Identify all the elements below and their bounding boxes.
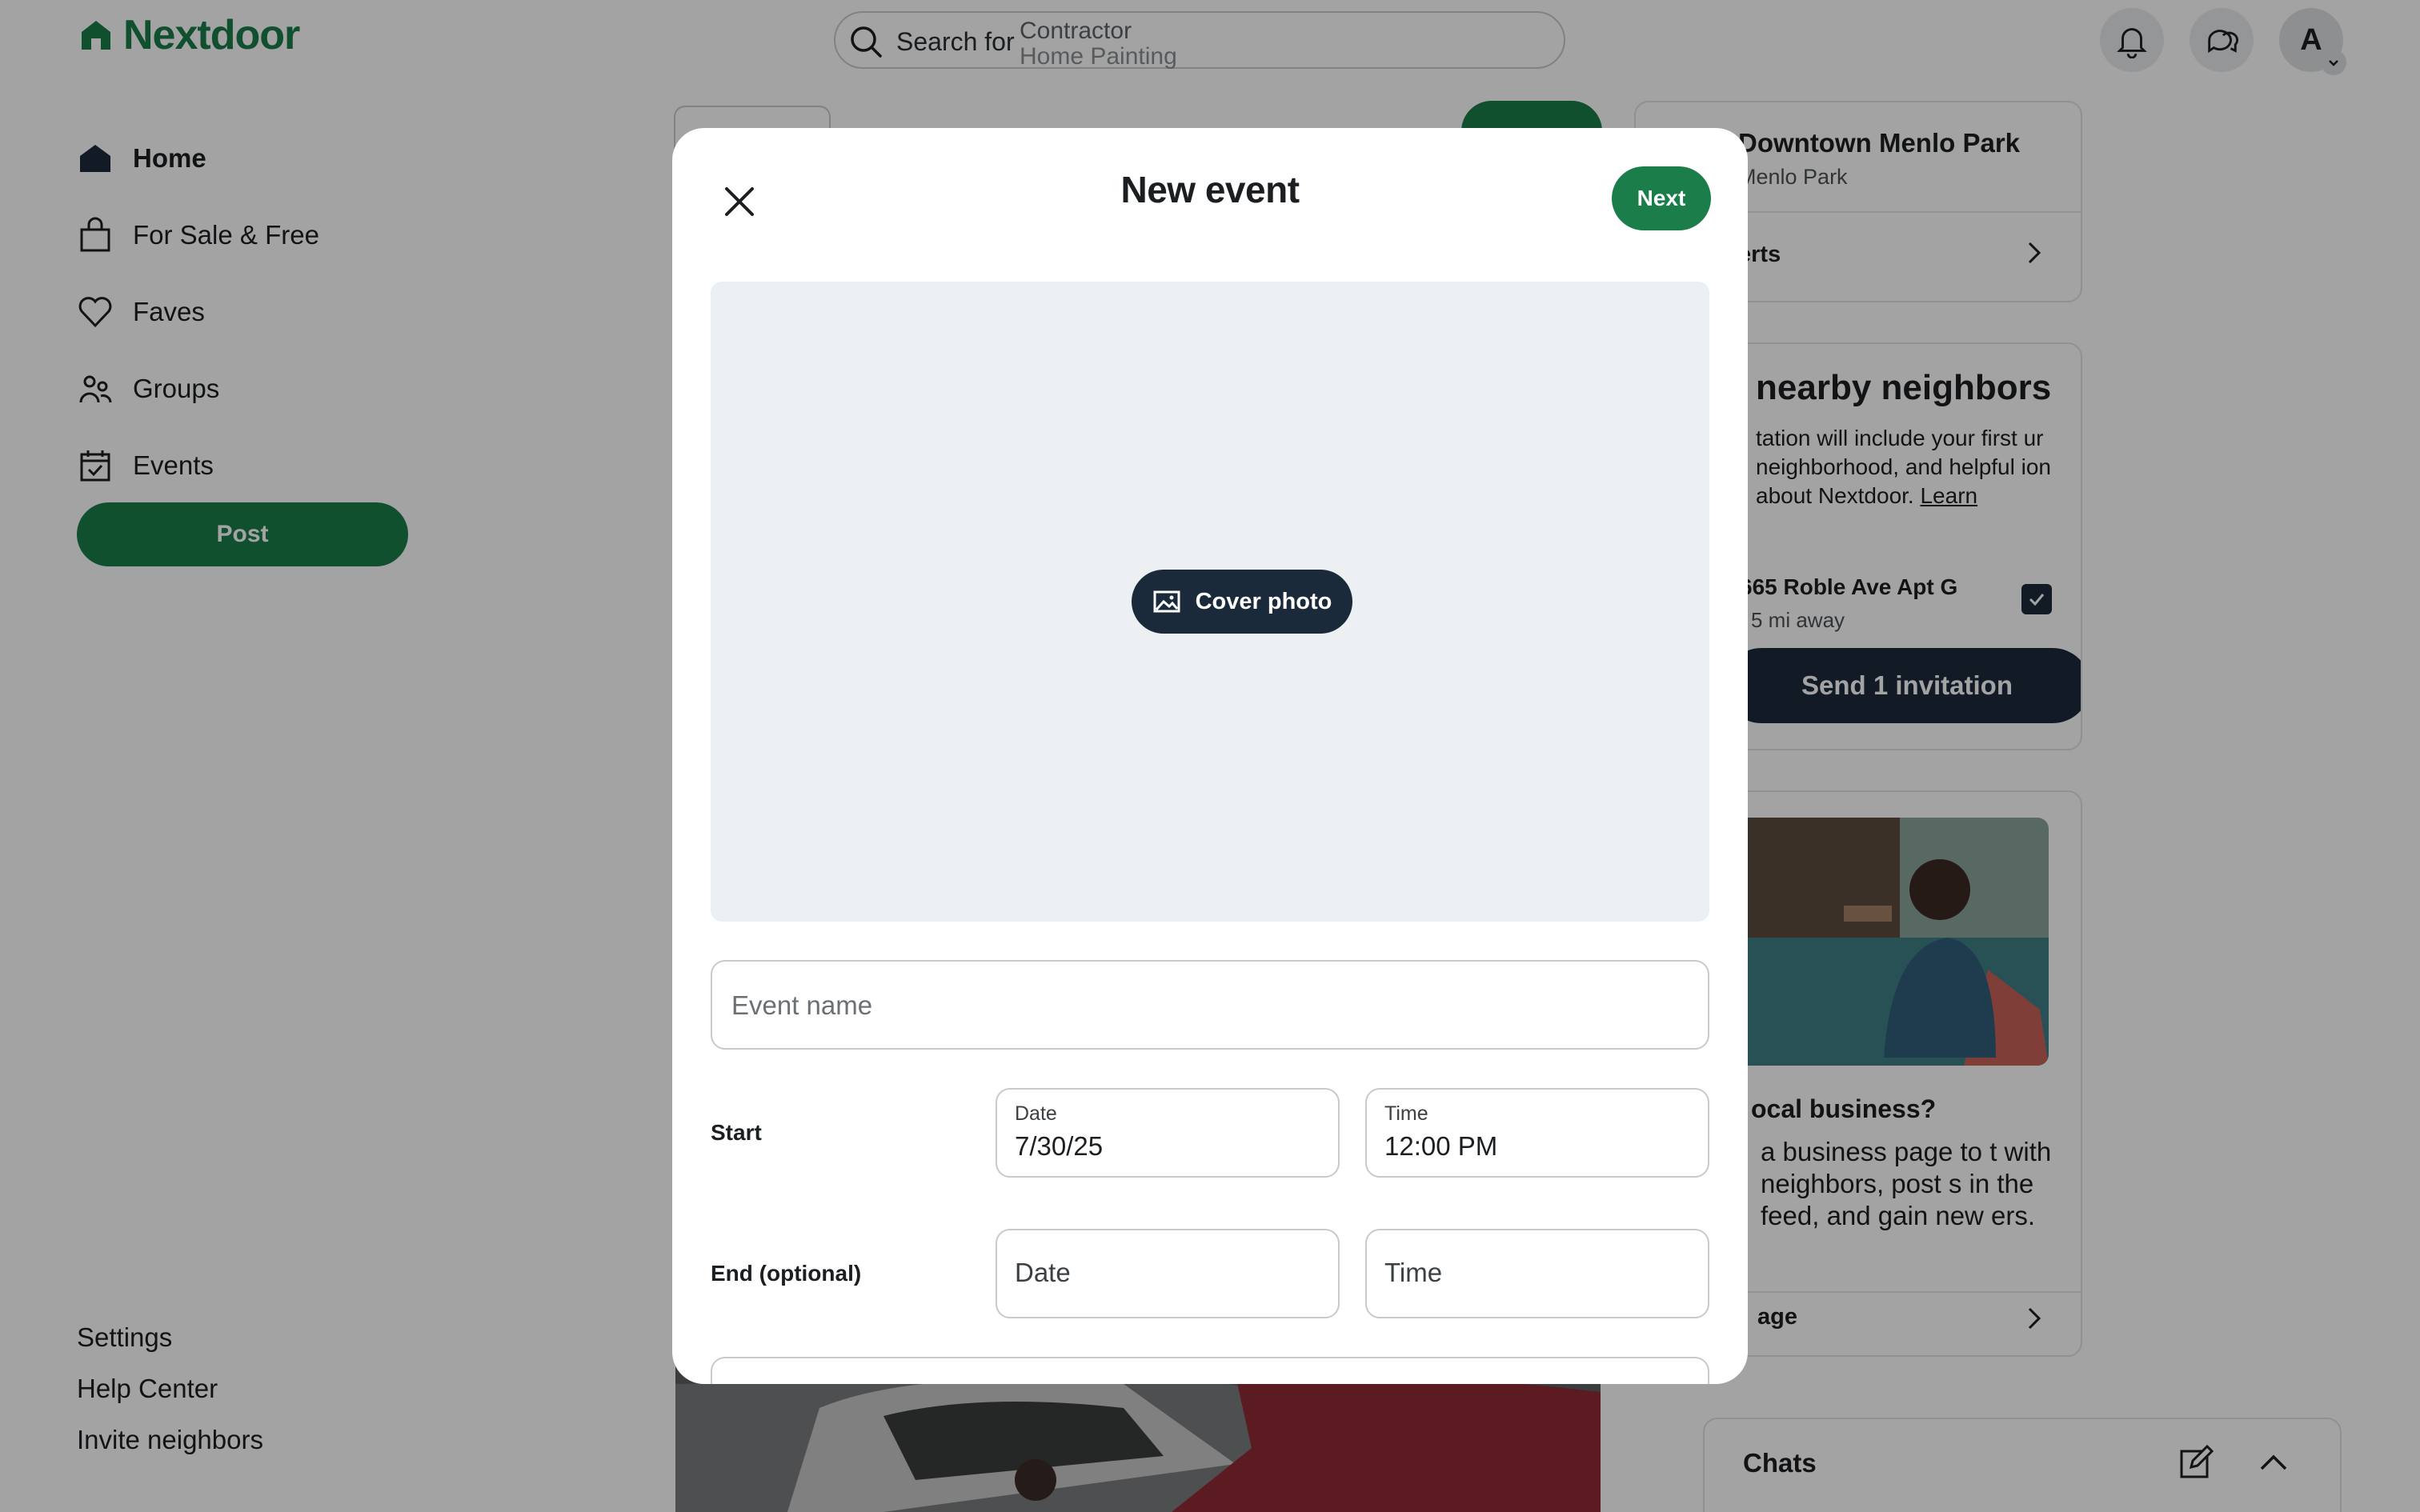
dialog-title: New event [1120, 169, 1300, 210]
next-field-partial[interactable] [711, 1357, 1709, 1384]
start-time-label: Time [1384, 1102, 1428, 1125]
start-date-value: 7/30/25 [1015, 1131, 1104, 1161]
new-event-dialog: New event Next Cover photo Event name St… [672, 128, 1748, 1384]
event-name-placeholder: Event name [731, 990, 873, 1020]
image-icon [1153, 590, 1180, 613]
start-label: Start [711, 1120, 762, 1145]
start-time-value: 12:00 PM [1384, 1131, 1498, 1161]
start-date-field[interactable]: Date 7/30/25 [996, 1088, 1340, 1178]
cover-photo-area[interactable]: Cover photo [711, 282, 1709, 922]
start-date-label: Date [1015, 1102, 1057, 1125]
start-time-field[interactable]: Time 12:00 PM [1365, 1088, 1709, 1178]
end-time-placeholder: Time [1384, 1258, 1443, 1287]
cover-photo-button[interactable]: Cover photo [1132, 570, 1352, 634]
end-label: End (optional) [711, 1261, 862, 1286]
end-date-field[interactable]: Date [996, 1229, 1340, 1318]
end-date-placeholder: Date [1015, 1258, 1071, 1287]
cover-photo-label: Cover photo [1195, 588, 1332, 614]
event-name-input[interactable]: Event name [711, 960, 1709, 1050]
next-button[interactable]: Next [1612, 166, 1711, 230]
end-time-field[interactable]: Time [1365, 1229, 1709, 1318]
